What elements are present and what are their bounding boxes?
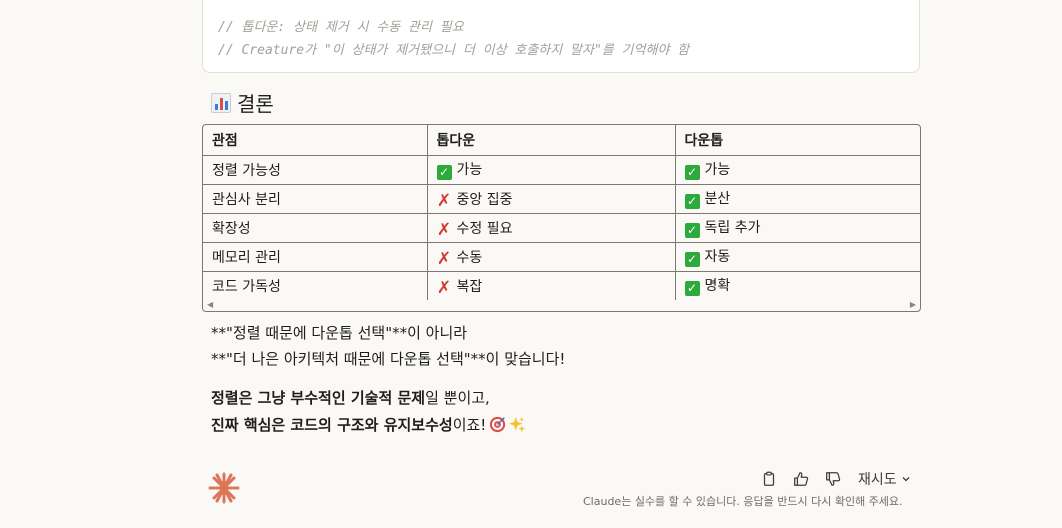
cell-top-down: ✗ 복잡 [427, 271, 676, 300]
scroll-right-icon[interactable]: ▶ [910, 300, 916, 309]
cell-text: 명확 [704, 278, 731, 295]
check-mark-icon: ✓ [684, 281, 700, 297]
cell-down-top: ✓ 가능 [675, 155, 920, 185]
cell-down-top: ✓ 분산 [675, 184, 920, 214]
thumbs-up-icon[interactable] [792, 470, 810, 488]
cell-text: 가능 [704, 162, 731, 178]
table-row: 정렬 가능성 ✓ 가능 ✓ 가능 [203, 155, 920, 185]
cell-down-top: ✓ 자동 [675, 242, 920, 272]
cell-text: 메모리 관리 [212, 249, 281, 266]
sparkles-icon [509, 416, 526, 433]
table-row: 관심사 분리 ✗ 중앙 집중 ✓ 분산 [203, 184, 920, 214]
bar-chart-icon [211, 92, 231, 113]
check-mark-icon: ✓ [684, 165, 700, 180]
chevron-down-icon [902, 477, 910, 482]
check-mark-icon: ✓ [684, 223, 700, 238]
retry-button[interactable]: 재시도 [858, 469, 911, 489]
code-comment-line: // 톱다운: 상태 제거 시 수동 관리 필요 [218, 20, 464, 35]
bold-text: 진짜 핵심은 코드의 구조와 유지보수성 [211, 416, 453, 434]
claude-logo-icon [208, 472, 240, 504]
cell-aspect: 메모리 관리 [203, 242, 428, 272]
comparison-table: 관점 톱다운 다운톱 정렬 가능성 ✓ 가능 ✓ 가능 관심사 분리 ✗ 중앙 집중 ✓ 분산 확장… [202, 124, 921, 312]
column-header-down-top: 다운톱 [675, 125, 920, 156]
retry-label: 재시도 [858, 472, 897, 488]
table-header-row: 관점 톱다운 다운톱 [203, 125, 920, 156]
cell-top-down: ✗ 중앙 집중 [427, 184, 676, 214]
scroll-left-icon[interactable]: ◀ [207, 300, 213, 309]
check-mark-icon: ✓ [436, 165, 452, 180]
cell-down-top: ✓ 독립 추가 [675, 213, 920, 243]
cell-text: 정렬 가능성 [212, 162, 281, 179]
cell-text: 수동 [456, 249, 483, 266]
thumbs-down-icon[interactable] [824, 470, 842, 488]
cell-top-down: ✓ 가능 [427, 155, 676, 185]
bold-text: 정렬은 그냥 부수적인 기술적 문제 [211, 389, 426, 407]
section-heading: 결론 [211, 88, 274, 117]
cell-text: 확장성 [212, 220, 251, 237]
cell-text: 독립 추가 [704, 220, 761, 236]
cell-text: 분산 [704, 191, 731, 207]
cell-text: 복잡 [456, 278, 483, 295]
cell-top-down: ✗ 수동 [427, 242, 676, 272]
copy-icon[interactable] [760, 470, 778, 488]
cross-mark-icon: ✗ [436, 190, 452, 211]
cell-text: 중앙 집중 [456, 191, 513, 208]
cell-top-down: ✗ 수정 필요 [427, 213, 676, 243]
cell-text: 수정 필요 [456, 220, 513, 237]
cell-text: 코드 가독성 [212, 278, 281, 295]
message-actions: 재시도 [760, 469, 911, 489]
cell-text: 자동 [704, 249, 731, 265]
plain-text: 이죠! [452, 416, 487, 434]
table-row: 확장성 ✗ 수정 필요 ✓ 독립 추가 [203, 213, 920, 243]
table-row: 코드 가독성 ✗ 복잡 ✓ 명확 [203, 271, 920, 300]
target-icon [490, 416, 506, 433]
body-line: **"더 나은 아키텍처 때문에 다운톱 선택"**이 맞습니다! [211, 350, 566, 368]
plain-text: 일 뿐이고, [425, 389, 490, 407]
cell-text: 관심사 분리 [212, 191, 281, 208]
cell-down-top: ✓ 명확 [675, 271, 920, 300]
section-title: 결론 [237, 92, 274, 116]
body-line: **"정렬 때문에 다운톱 선택"**이 아니라 [211, 324, 468, 342]
body-line: 진짜 핵심은 코드의 구조와 유지보수성이죠! [211, 414, 526, 435]
check-mark-icon: ✓ [684, 194, 700, 209]
horizontal-scrollbar[interactable]: ◀ ▶ [203, 299, 920, 311]
body-line: 정렬은 그냥 부수적인 기술적 문제일 뿐이고, [211, 387, 490, 408]
column-header-aspect: 관점 [203, 125, 428, 156]
cross-mark-icon: ✗ [436, 277, 452, 298]
cell-aspect: 정렬 가능성 [203, 155, 428, 185]
cell-aspect: 관심사 분리 [203, 184, 428, 214]
disclaimer-text: Claude는 실수를 할 수 있습니다. 응답을 반드시 다시 확인해 주세요… [583, 495, 903, 508]
cross-mark-icon: ✗ [436, 248, 452, 269]
table-row: 메모리 관리 ✗ 수동 ✓ 자동 [203, 242, 920, 272]
code-block: // 톱다운: 상태 제거 시 수동 관리 필요 // Creature가 "이… [202, 0, 920, 73]
cell-text: 가능 [456, 162, 483, 178]
cross-mark-icon: ✗ [436, 219, 452, 240]
code-comment-line: // Creature가 "이 상태가 제거됐으니 더 이상 호출하지 말자"를… [218, 43, 690, 58]
check-mark-icon: ✓ [684, 252, 700, 267]
cell-aspect: 코드 가독성 [203, 271, 428, 300]
cell-aspect: 확장성 [203, 213, 428, 243]
column-header-top-down: 톱다운 [427, 125, 676, 156]
